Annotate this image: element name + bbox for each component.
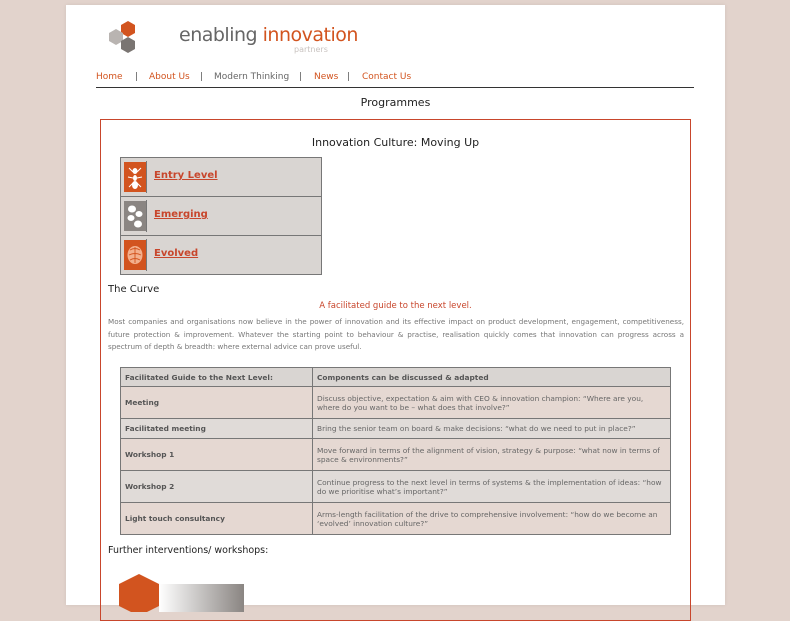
page: enabling innovation partners Home | Abou… xyxy=(66,5,725,621)
table-cell-description: Discuss objective, expectation & aim wit… xyxy=(312,386,671,419)
guide-table: Facilitated Guide to the Next Level: Com… xyxy=(120,367,671,535)
intro-paragraph: Most companies and organisations now bel… xyxy=(108,317,684,351)
table-row: Meeting Discuss objective, expectation &… xyxy=(120,386,671,419)
programme-box: Innovation Culture: Moving Up Entry Leve… xyxy=(100,119,691,621)
table-cell-stage: Meeting xyxy=(120,386,313,419)
further-interventions-heading: Further interventions/ workshops: xyxy=(108,545,269,556)
tagline: A facilitated guide to the next level. xyxy=(319,301,472,311)
nav-modern-thinking[interactable]: Modern Thinking xyxy=(214,71,289,83)
entry-level-link[interactable]: Entry Level xyxy=(154,170,218,181)
table-cell-stage: Workshop 2 xyxy=(120,470,313,503)
cells-icon xyxy=(124,200,147,232)
table-cell-stage: Workshop 1 xyxy=(120,438,313,471)
nav-separator: | xyxy=(135,72,139,82)
logo[interactable]: enabling innovation partners xyxy=(108,19,358,59)
nav-separator: | xyxy=(347,72,351,82)
emerging-link[interactable]: Emerging xyxy=(154,209,208,220)
table-cell-stage: Light touch consultancy xyxy=(120,502,313,535)
nav-about-us[interactable]: About Us xyxy=(149,71,190,83)
level-row-evolved: Evolved xyxy=(121,236,321,274)
page-title: Programmes xyxy=(360,96,431,109)
nav-contact-us[interactable]: Contact Us xyxy=(362,71,411,83)
nav-separator: | xyxy=(200,72,204,82)
table-row: Workshop 1 Move forward in terms of the … xyxy=(120,438,671,471)
levels-table: Entry Level Emerging Evolved xyxy=(120,157,322,275)
table-header-cell: Components can be discussed & adapted xyxy=(312,367,671,387)
main-nav: Home | About Us | Modern Thinking | News… xyxy=(96,71,694,88)
table-header-cell: Facilitated Guide to the Next Level: xyxy=(120,367,313,387)
brain-icon xyxy=(124,239,147,271)
hexagon-logo-icon xyxy=(109,21,135,53)
nav-separator: | xyxy=(299,72,303,82)
table-cell-stage: Facilitated meeting xyxy=(120,418,313,439)
workshop-banner-graphic xyxy=(119,574,244,612)
table-row: Light touch consultancy Arms-length faci… xyxy=(120,502,671,535)
logo-wordmark: enabling innovation xyxy=(179,24,358,46)
evolved-link[interactable]: Evolved xyxy=(154,248,198,259)
level-row-entry: Entry Level xyxy=(121,158,321,197)
box-title: Innovation Culture: Moving Up xyxy=(311,136,480,149)
table-row: Facilitated meeting Bring the senior tea… xyxy=(120,418,671,439)
table-row: Workshop 2 Continue progress to the next… xyxy=(120,470,671,503)
level-row-emerging: Emerging xyxy=(121,197,321,236)
curve-heading: The Curve xyxy=(108,284,160,295)
table-cell-description: Continue progress to the next level in t… xyxy=(312,470,671,503)
table-header-row: Facilitated Guide to the Next Level: Com… xyxy=(120,367,671,387)
logo-subtitle: partners xyxy=(294,45,328,54)
nav-home[interactable]: Home xyxy=(96,71,123,83)
nav-news[interactable]: News xyxy=(314,71,338,83)
table-cell-description: Arms-length facilitation of the drive to… xyxy=(312,502,671,535)
table-cell-description: Bring the senior team on board & make de… xyxy=(312,418,671,439)
table-cell-description: Move forward in terms of the alignment o… xyxy=(312,438,671,471)
ant-icon xyxy=(124,161,147,193)
